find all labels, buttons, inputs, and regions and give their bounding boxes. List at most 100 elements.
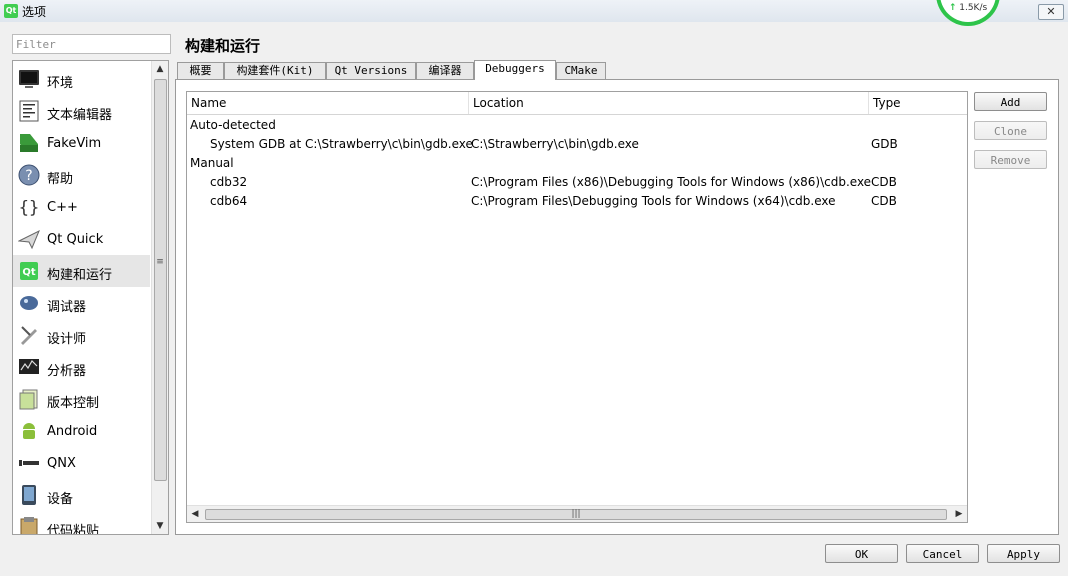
table-group-row[interactable]: Auto-detected	[187, 116, 967, 135]
sidebar-item-label: FakeVim	[47, 136, 102, 151]
scrollbar-thumb[interactable]: |||	[205, 509, 947, 520]
upload-arrow-icon: ↑	[948, 3, 957, 13]
sidebar-item-label: Android	[47, 424, 98, 439]
sidebar-item-help[interactable]: ? 帮助	[13, 159, 150, 191]
sidebar-item-build-run[interactable]: Qt 构建和运行	[13, 255, 150, 287]
sidebar-item-label: QNX	[47, 456, 76, 471]
qnx-icon	[19, 460, 39, 466]
sidebar-item-label: 设计师	[47, 332, 87, 347]
network-speed-text: 1.5K/s	[959, 3, 988, 13]
cell-location: C:\Program Files (x86)\Debugging Tools f…	[471, 175, 872, 189]
sidebar-item-label: 版本控制	[47, 396, 100, 411]
build-run-icon: Qt	[20, 262, 38, 280]
sidebar-item-label: 设备	[47, 492, 74, 507]
scroll-right-icon[interactable]: ▶	[951, 506, 967, 522]
table-row[interactable]: cdb64 C:\Program Files\Debugging Tools f…	[187, 192, 967, 211]
sidebar-item-label: 分析器	[47, 364, 87, 379]
tab-qt-versions[interactable]: Qt Versions	[326, 62, 416, 79]
clone-button[interactable]: Clone	[974, 121, 1047, 140]
cell-location: C:\Strawberry\c\bin\gdb.exe	[471, 137, 639, 151]
sidebar-item-label: 调试器	[47, 300, 87, 315]
sidebar-item-label: 帮助	[47, 172, 74, 187]
sidebar-item-version-control[interactable]: 版本控制	[13, 383, 150, 415]
sidebar-item-code-paste[interactable]: 代码粘贴	[13, 511, 150, 534]
close-button[interactable]: ✕	[1038, 4, 1064, 20]
cell-type: GDB	[871, 137, 898, 151]
svg-text:{}: {}	[19, 198, 39, 218]
network-speed-widget: ↑ 1.5K/s	[936, 0, 1000, 26]
version-control-icon	[19, 389, 38, 410]
qt-quick-icon	[18, 229, 40, 250]
grip-icon: ≡	[156, 257, 164, 267]
sidebar-item-label: Qt Quick	[47, 232, 104, 247]
remove-button[interactable]: Remove	[974, 150, 1047, 169]
sidebar-item-text-editor[interactable]: 文本编辑器	[13, 95, 150, 127]
sidebar-item-android[interactable]: Android	[13, 415, 150, 447]
sidebar-item-environment[interactable]: 环境	[13, 63, 150, 95]
debuggers-table[interactable]: Name Location Type Auto-detected System …	[186, 91, 968, 523]
svg-text:?: ?	[25, 168, 32, 184]
qt-logo-icon: Qt	[4, 4, 18, 18]
designer-icon	[21, 326, 37, 345]
page-title: 构建和运行	[185, 37, 261, 55]
analyzer-icon	[19, 359, 39, 374]
sidebar-item-cpp[interactable]: {} C++	[13, 191, 150, 223]
svg-text:Qt: Qt	[22, 267, 36, 278]
tab-debuggers[interactable]: Debuggers	[474, 60, 556, 80]
sidebar-item-analyzer[interactable]: 分析器	[13, 351, 150, 383]
sidebar-item-designer[interactable]: 设计师	[13, 319, 150, 351]
column-header-location[interactable]: Location	[469, 92, 869, 114]
filter-input[interactable]	[12, 34, 171, 54]
cell-type: CDB	[871, 175, 897, 189]
tab-kits[interactable]: 构建套件(Kit)	[224, 62, 326, 79]
table-header: Name Location Type	[187, 92, 967, 115]
cell-type: CDB	[871, 194, 897, 208]
tab-compilers[interactable]: 编译器	[416, 62, 474, 79]
table-row[interactable]: cdb32 C:\Program Files (x86)\Debugging T…	[187, 173, 967, 192]
category-list: 环境 文本编辑器 FakeVim ? 帮助 {} C++ Qt Quick Qt…	[12, 60, 169, 535]
debugger-icon	[20, 296, 38, 310]
cell-name: cdb64	[210, 194, 248, 208]
sidebar-item-label: 文本编辑器	[47, 108, 113, 123]
sidebar-item-qnx[interactable]: QNX	[13, 447, 150, 479]
cell-name: cdb32	[210, 175, 248, 189]
cell-location: C:\Program Files\Debugging Tools for Win…	[471, 194, 836, 208]
apply-button[interactable]: Apply	[987, 544, 1060, 563]
cancel-button[interactable]: Cancel	[906, 544, 979, 563]
tab-overview[interactable]: 概要	[177, 62, 224, 79]
table-horizontal-scrollbar[interactable]: ◀ ||| ▶	[187, 505, 967, 522]
cell-name: Auto-detected	[190, 118, 276, 132]
cell-name: System GDB at C:\Strawberry\c\bin\gdb.ex…	[210, 137, 473, 151]
fakevim-icon	[20, 134, 38, 152]
sidebar-scrollbar[interactable]: ▲ ≡ ▼	[151, 61, 168, 534]
ok-button[interactable]: OK	[825, 544, 898, 563]
tab-cmake[interactable]: CMake	[556, 62, 606, 79]
column-header-name[interactable]: Name	[187, 92, 469, 114]
device-icon	[22, 485, 36, 505]
sidebar-item-label: C++	[47, 200, 78, 215]
sidebar-item-label: 环境	[47, 76, 74, 91]
scroll-up-icon[interactable]: ▲	[152, 61, 168, 77]
android-icon	[23, 423, 35, 439]
help-icon: ?	[18, 164, 40, 186]
column-header-type[interactable]: Type	[869, 92, 967, 114]
scroll-down-icon[interactable]: ▼	[152, 518, 168, 534]
cell-name: Manual	[190, 156, 234, 170]
text-editor-icon	[19, 100, 39, 122]
table-group-row[interactable]: Manual	[187, 154, 967, 173]
table-row[interactable]: System GDB at C:\Strawberry\c\bin\gdb.ex…	[187, 135, 967, 154]
sidebar-item-label: 构建和运行	[47, 268, 113, 283]
sidebar-item-qt-quick[interactable]: Qt Quick	[13, 223, 150, 255]
sidebar-item-devices[interactable]: 设备	[13, 479, 150, 511]
window-title: 选项	[22, 5, 47, 19]
scrollbar-thumb[interactable]	[154, 79, 167, 481]
cpp-braces-icon: {}	[19, 198, 39, 218]
monitor-icon	[19, 70, 39, 88]
code-paste-icon	[20, 517, 38, 534]
sidebar-item-debugger[interactable]: 调试器	[13, 287, 150, 319]
grip-icon: |||	[571, 509, 581, 519]
window-titlebar: Qt 选项 ✕	[0, 0, 1068, 22]
scroll-left-icon[interactable]: ◀	[187, 506, 203, 522]
sidebar-item-fakevim[interactable]: FakeVim	[13, 127, 150, 159]
add-button[interactable]: Add	[974, 92, 1047, 111]
